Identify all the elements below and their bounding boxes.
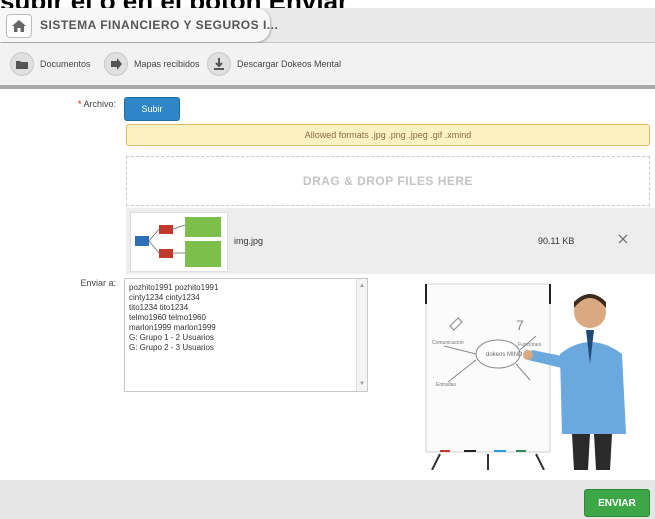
allowed-formats-notice: Allowed formats .jpg .png .jpeg .gif .xm… xyxy=(126,124,650,146)
home-button[interactable] xyxy=(6,14,32,38)
recipients-list[interactable]: pozhito1991 pozhito1991 cinty1234 cinty1… xyxy=(124,278,368,392)
subir-button[interactable]: Subir xyxy=(124,97,180,121)
remove-file-button[interactable] xyxy=(616,232,630,246)
arrow-icon xyxy=(104,52,128,76)
flipchart-text: dokeos MIND xyxy=(486,352,523,358)
title-bar: SISTEMA FINANCIERO Y SEGUROS I... xyxy=(0,8,655,43)
folder-icon xyxy=(10,52,34,76)
app-title: SISTEMA FINANCIERO Y SEGUROS I... xyxy=(40,18,279,32)
list-item[interactable]: G: Grupo 1 - 2 Usuarios xyxy=(129,333,363,343)
file-size: 90.11 KB xyxy=(538,236,575,246)
download-icon xyxy=(207,52,231,76)
toolbar-descargar[interactable]: Descargar Dokeos Mental xyxy=(207,52,341,76)
uploaded-file-row: img.jpg 90.11 KB xyxy=(126,208,655,274)
dropzone-text: DRAG & DROP FILES HERE xyxy=(302,174,474,188)
flipchart-text: Funciones xyxy=(518,342,542,348)
archivo-label: * Archivo: xyxy=(77,99,116,109)
drop-zone[interactable]: DRAG & DROP FILES HERE xyxy=(126,156,650,206)
required-mark: * xyxy=(77,99,82,109)
toolbar-item-label: Descargar Dokeos Mental xyxy=(237,59,342,69)
toolbar-item-label: Documentos xyxy=(40,59,91,69)
file-thumbnail xyxy=(130,212,228,272)
close-icon xyxy=(618,234,628,244)
flipchart-text: Comunicacion xyxy=(432,340,464,346)
list-item[interactable]: cinty1234 cinty1234 xyxy=(129,293,363,303)
top-caption: subir el o en el botón Enviar xyxy=(0,0,655,8)
footer xyxy=(0,480,655,519)
enviar-a-label: Enviar a: xyxy=(80,278,116,288)
list-item[interactable]: tito1234 tito1234 xyxy=(129,303,363,313)
list-item[interactable]: marlon1999 marlon1999 xyxy=(129,323,363,333)
list-item[interactable]: pozhito1991 pozhito1991 xyxy=(129,283,363,293)
scroll-down-icon[interactable]: ▼ xyxy=(359,379,365,389)
list-item[interactable]: telmo1960 telmo1960 xyxy=(129,313,363,323)
toolbar-documentos[interactable]: Documentos xyxy=(10,52,91,76)
scrollbar[interactable]: ▲ ▼ xyxy=(356,279,367,391)
list-item[interactable]: G: Grupo 2 - 3 Usuarios xyxy=(129,343,363,353)
svg-text:7: 7 xyxy=(516,317,524,333)
home-icon xyxy=(12,20,26,32)
enviar-button[interactable]: ENVIAR xyxy=(584,489,650,517)
presenter-illustration: 7 Comunicacion Funciones dokeos MIND Ent… xyxy=(412,274,655,471)
toolbar: Documentos Mapas recibidos Descargar Dok… xyxy=(0,43,655,89)
scroll-up-icon[interactable]: ▲ xyxy=(359,281,365,291)
toolbar-item-label: Mapas recibidos xyxy=(134,59,200,69)
flipchart-text: Entradas xyxy=(436,382,457,388)
file-name: img.jpg xyxy=(234,236,264,246)
toolbar-mapas-recibidos[interactable]: Mapas recibidos xyxy=(104,52,200,76)
